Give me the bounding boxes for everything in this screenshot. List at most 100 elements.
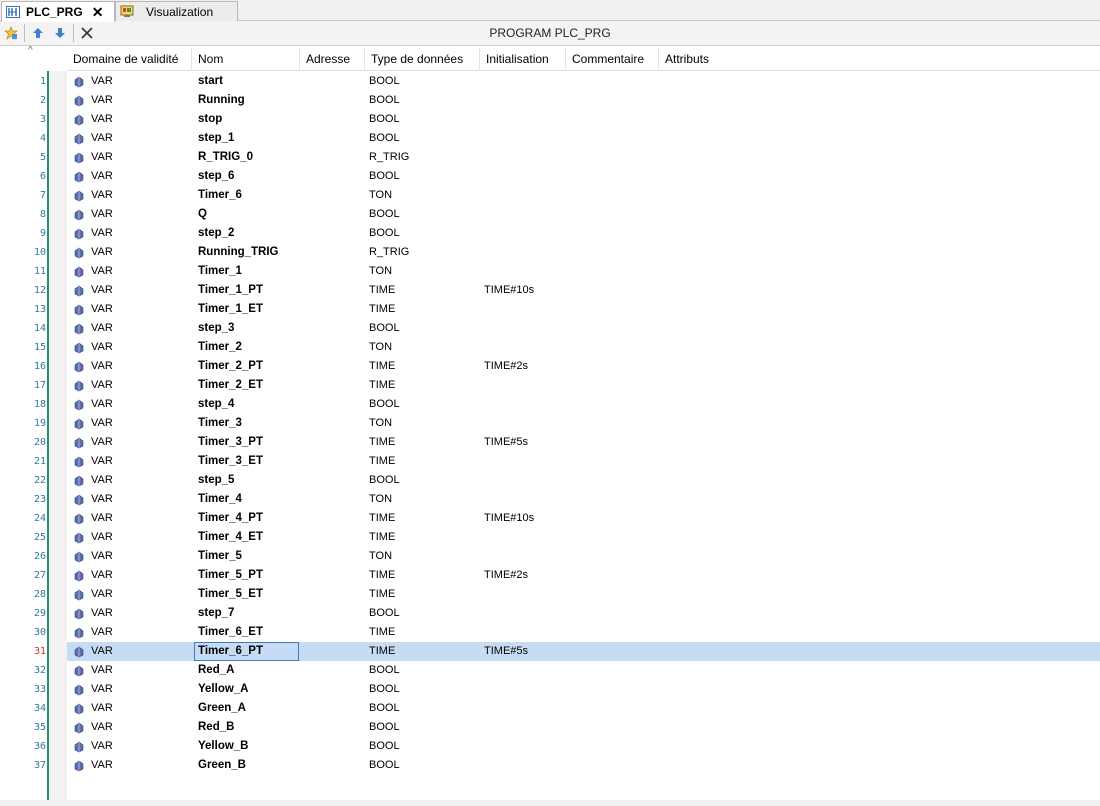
datatype-cell[interactable]: BOOL (369, 395, 400, 414)
table-row[interactable]: VAR Timer_6 TON (67, 186, 1100, 205)
collapse-arrow-icon[interactable]: ^ (28, 45, 33, 56)
table-row[interactable]: VAR R_TRIG_0 R_TRIG (67, 148, 1100, 167)
scope-cell[interactable]: VAR (73, 262, 113, 281)
name-cell[interactable]: step_1 (198, 129, 234, 148)
table-row[interactable]: VAR Timer_4 TON (67, 490, 1100, 509)
name-cell[interactable]: Red_A (198, 661, 234, 680)
table-row[interactable]: VAR Timer_1_PT TIME TIME#10s (67, 281, 1100, 300)
datatype-cell[interactable]: TIME (369, 452, 395, 471)
table-row[interactable]: VAR Yellow_A BOOL (67, 680, 1100, 699)
table-row[interactable]: VAR step_7 BOOL (67, 604, 1100, 623)
scope-cell[interactable]: VAR (73, 376, 113, 395)
scope-cell[interactable]: VAR (73, 699, 113, 718)
name-cell[interactable]: step_2 (198, 224, 234, 243)
table-row[interactable]: VAR Timer_1_ET TIME (67, 300, 1100, 319)
initialization-cell[interactable]: TIME#2s (484, 357, 528, 376)
table-row[interactable]: VAR Timer_5_PT TIME TIME#2s (67, 566, 1100, 585)
scope-cell[interactable]: VAR (73, 452, 113, 471)
table-row[interactable]: VAR Timer_4_PT TIME TIME#10s (67, 509, 1100, 528)
table-row[interactable]: VAR Timer_6_ET TIME (67, 623, 1100, 642)
initialization-cell[interactable]: TIME#2s (484, 566, 528, 585)
name-cell[interactable]: Timer_4 (198, 490, 242, 509)
datatype-cell[interactable]: TIME (369, 300, 395, 319)
datatype-cell[interactable]: BOOL (369, 699, 400, 718)
name-cell[interactable]: Timer_6_ET (198, 623, 263, 642)
name-cell[interactable]: Timer_2_PT (198, 357, 263, 376)
scope-cell[interactable]: VAR (73, 585, 113, 604)
name-cell[interactable]: step_5 (198, 471, 234, 490)
scope-cell[interactable]: VAR (73, 186, 113, 205)
name-cell[interactable]: Running (198, 91, 245, 110)
scope-cell[interactable]: VAR (73, 661, 113, 680)
column-header-scope[interactable]: Domaine de validité (67, 48, 192, 71)
scope-cell[interactable]: VAR (73, 319, 113, 338)
scope-cell[interactable]: VAR (73, 281, 113, 300)
table-row[interactable]: VAR Running_TRIG R_TRIG (67, 243, 1100, 262)
name-cell[interactable]: Timer_4_ET (198, 528, 263, 547)
datatype-cell[interactable]: BOOL (369, 205, 400, 224)
table-row[interactable]: VAR Q BOOL (67, 205, 1100, 224)
datatype-cell[interactable]: TON (369, 262, 392, 281)
scope-cell[interactable]: VAR (73, 224, 113, 243)
datatype-cell[interactable]: TIME (369, 509, 395, 528)
table-row[interactable]: VAR Timer_3 TON (67, 414, 1100, 433)
name-cell[interactable]: Q (198, 205, 207, 224)
scope-cell[interactable]: VAR (73, 490, 113, 509)
close-icon[interactable]: ✕ (92, 5, 104, 19)
datatype-cell[interactable]: BOOL (369, 110, 400, 129)
table-row[interactable]: VAR Green_A BOOL (67, 699, 1100, 718)
datatype-cell[interactable]: BOOL (369, 718, 400, 737)
datatype-cell[interactable]: TIME (369, 642, 395, 661)
scope-cell[interactable]: VAR (73, 338, 113, 357)
scope-cell[interactable]: VAR (73, 129, 113, 148)
name-cell[interactable]: Timer_1 (198, 262, 242, 281)
insert-variable-icon[interactable] (0, 22, 22, 44)
scope-cell[interactable]: VAR (73, 148, 113, 167)
datatype-cell[interactable]: BOOL (369, 167, 400, 186)
name-cell[interactable]: Timer_5 (198, 547, 242, 566)
datatype-cell[interactable]: BOOL (369, 661, 400, 680)
datatype-cell[interactable]: BOOL (369, 72, 400, 91)
scope-cell[interactable]: VAR (73, 205, 113, 224)
name-cell[interactable]: Timer_1_PT (198, 281, 263, 300)
table-row[interactable]: VAR Timer_3_PT TIME TIME#5s (67, 433, 1100, 452)
name-cell[interactable]: Timer_2_ET (198, 376, 263, 395)
name-cell[interactable]: Timer_3_PT (198, 433, 263, 452)
name-cell[interactable]: step_7 (198, 604, 234, 623)
datatype-cell[interactable]: BOOL (369, 604, 400, 623)
datatype-cell[interactable]: BOOL (369, 91, 400, 110)
datatype-cell[interactable]: TON (369, 338, 392, 357)
scope-cell[interactable]: VAR (73, 718, 113, 737)
table-row[interactable]: VAR step_1 BOOL (67, 129, 1100, 148)
column-header-address[interactable]: Adresse (300, 48, 365, 71)
scope-cell[interactable]: VAR (73, 623, 113, 642)
datatype-cell[interactable]: R_TRIG (369, 148, 409, 167)
table-row[interactable]: VAR step_2 BOOL (67, 224, 1100, 243)
table-row[interactable]: VAR Running BOOL (67, 91, 1100, 110)
table-row[interactable]: VAR step_4 BOOL (67, 395, 1100, 414)
scope-cell[interactable]: VAR (73, 300, 113, 319)
name-cell[interactable]: Timer_5_PT (198, 566, 263, 585)
name-cell[interactable]: step_3 (198, 319, 234, 338)
initialization-cell[interactable]: TIME#10s (484, 281, 534, 300)
table-row[interactable]: VAR Red_B BOOL (67, 718, 1100, 737)
name-cell[interactable]: Timer_2 (198, 338, 242, 357)
table-row[interactable]: VAR step_6 BOOL (67, 167, 1100, 186)
column-header-comment[interactable]: Commentaire (566, 48, 659, 71)
name-cell[interactable]: Timer_1_ET (198, 300, 263, 319)
name-cell[interactable]: Timer_4_PT (198, 509, 263, 528)
scope-cell[interactable]: VAR (73, 167, 113, 186)
table-row[interactable]: VAR Red_A BOOL (67, 661, 1100, 680)
initialization-cell[interactable]: TIME#5s (484, 433, 528, 452)
datatype-cell[interactable]: TON (369, 186, 392, 205)
column-header-attributes[interactable]: Attributs (659, 48, 1100, 71)
name-cell[interactable]: Green_A (198, 699, 246, 718)
name-cell[interactable]: Timer_3_ET (198, 452, 263, 471)
datatype-cell[interactable]: TIME (369, 433, 395, 452)
name-cell[interactable]: step_4 (198, 395, 234, 414)
datatype-cell[interactable]: BOOL (369, 224, 400, 243)
scope-cell[interactable]: VAR (73, 737, 113, 756)
name-cell[interactable]: Timer_6 (198, 186, 242, 205)
table-row[interactable]: VAR stop BOOL (67, 110, 1100, 129)
table-row[interactable]: VAR Timer_1 TON (67, 262, 1100, 281)
